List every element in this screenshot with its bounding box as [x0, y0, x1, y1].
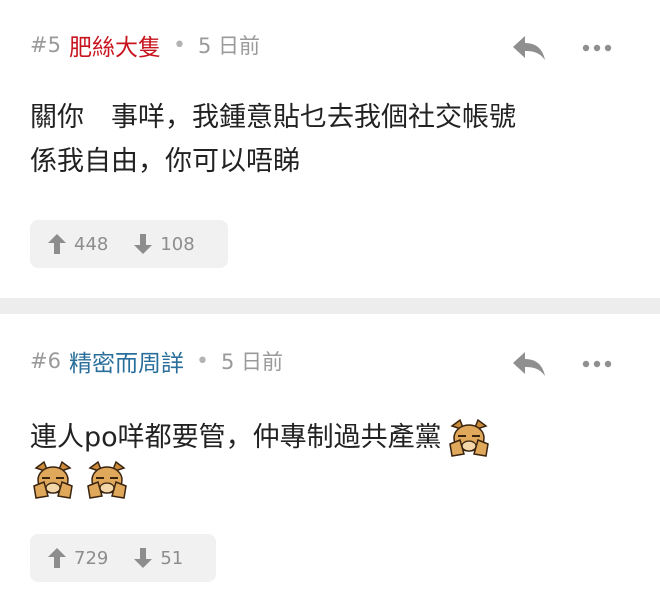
timestamp: 5 日前 [220, 350, 283, 374]
username-link[interactable]: 肥絲大隻 [69, 28, 161, 62]
upvote-count: 729 [74, 547, 109, 569]
comment-thread: #5 肥絲大隻 • 5 日前 關你 事咩，我鍾意貼乜去我個社交帳號 係我自由，你… [0, 0, 660, 603]
more-dots-icon [582, 44, 612, 52]
comment-number: #5 [30, 33, 61, 57]
downvote-count: 51 [160, 547, 184, 569]
vote-bar: 448 108 [30, 220, 228, 268]
downvote-button[interactable]: 51 [134, 548, 183, 569]
arrow-down-icon [134, 548, 153, 568]
facepalm-dog-icon [33, 460, 73, 499]
reply-arrow-icon [513, 352, 545, 376]
comment-header: #5 肥絲大隻 • 5 日前 [30, 26, 260, 64]
comment-header: #6 精密而周詳 • 5 日前 [30, 342, 283, 380]
reply-arrow-icon [513, 36, 545, 60]
upvote-button[interactable]: 729 [48, 548, 108, 569]
comment-number: #6 [30, 349, 61, 373]
post-divider [0, 298, 660, 314]
vote-bar: 729 51 [30, 534, 216, 582]
emoji-row [30, 460, 630, 500]
comment-body: 連人po咩都要管，仲專制過共產黨 [30, 416, 630, 500]
comment-text-line: 係我自由，你可以唔睇 [30, 146, 300, 177]
more-dots-icon [582, 360, 612, 368]
comment-post: #5 肥絲大隻 • 5 日前 關你 事咩，我鍾意貼乜去我個社交帳號 係我自由，你… [0, 0, 660, 298]
meta-separator: • [195, 348, 209, 374]
arrow-up-icon [48, 234, 66, 254]
facepalm-dog-icon [87, 460, 127, 499]
more-options-button[interactable] [578, 34, 616, 62]
arrow-up-icon [48, 548, 66, 568]
downvote-count: 108 [160, 233, 195, 255]
facepalm-dog-icon [448, 418, 489, 457]
comment-post: #6 精密而周詳 • 5 日前 連人po咩都要管，仲專制過共產黨 729 51 [0, 314, 660, 603]
more-options-button[interactable] [578, 350, 616, 378]
downvote-button[interactable]: 108 [134, 233, 195, 255]
arrow-down-icon [134, 234, 153, 254]
meta-separator: • [172, 32, 186, 58]
reply-button[interactable] [508, 30, 550, 66]
reply-button[interactable] [508, 346, 550, 382]
upvote-count: 448 [74, 233, 109, 255]
username-link[interactable]: 精密而周詳 [69, 344, 184, 378]
comment-text-line: 關你 事咩，我鍾意貼乜去我個社交帳號 [30, 102, 516, 133]
comment-body: 關你 事咩，我鍾意貼乜去我個社交帳號 係我自由，你可以唔睇 [30, 96, 630, 184]
comment-text-row: 連人po咩都要管，仲專制過共產黨 [30, 416, 630, 460]
upvote-button[interactable]: 448 [48, 234, 108, 255]
comment-text-line: 連人po咩都要管，仲專制過共產黨 [30, 422, 442, 453]
timestamp: 5 日前 [197, 34, 260, 58]
